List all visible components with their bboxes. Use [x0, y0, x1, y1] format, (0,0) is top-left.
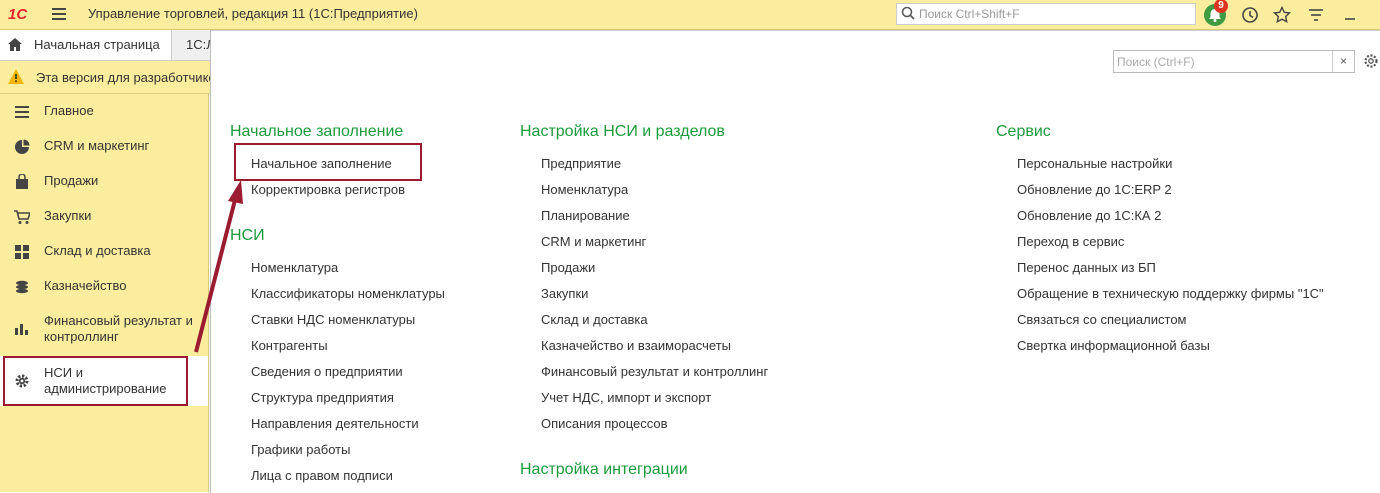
highlight-box-initial-fill [234, 143, 422, 181]
link-nsi-business-lines[interactable]: Направления деятельности [251, 416, 419, 431]
link-setup-crm[interactable]: CRM и маркетинг [541, 234, 646, 249]
sidebar-item-purchases[interactable]: Закупки [0, 199, 208, 234]
link-nsi-vat-rates[interactable]: Ставки НДС номенклатуры [251, 312, 415, 327]
link-service-upgrade-erp[interactable]: Обновление до 1С:ERP 2 [1017, 182, 1172, 197]
sidebar-item-label: Финансовый результат и контроллинг [44, 313, 193, 344]
shopping-bag-icon [16, 174, 28, 189]
warehouse-grid-icon [15, 245, 29, 259]
link-service-contact-specialist[interactable]: Связаться со специалистом [1017, 312, 1187, 327]
link-setup-sales[interactable]: Продажи [541, 260, 595, 275]
link-setup-planning[interactable]: Планирование [541, 208, 630, 223]
title-bar: 1С Управление торговлей, редакция 11 (1С… [0, 0, 1380, 30]
sidebar-item-sales[interactable]: Продажи [0, 164, 208, 199]
history-icon[interactable] [1240, 5, 1260, 25]
pie-chart-icon [15, 139, 30, 154]
app-logo[interactable]: 1С [8, 6, 27, 23]
panel-search-input[interactable]: Поиск (Ctrl+F) × [1113, 50, 1355, 73]
tab-home-page[interactable]: Начальная страница [0, 30, 172, 60]
link-service-upgrade-ka[interactable]: Обновление до 1С:КА 2 [1017, 208, 1161, 223]
link-service-compact-db[interactable]: Свертка информационной базы [1017, 338, 1210, 353]
section-title-nsi: НСИ [230, 227, 265, 244]
link-setup-enterprise[interactable]: Предприятие [541, 156, 621, 171]
sidebar-item-label: Казначейство [44, 278, 127, 293]
panel-settings-gear-icon[interactable] [1363, 53, 1379, 69]
link-nsi-work-schedules[interactable]: Графики работы [251, 442, 350, 457]
highlight-box-nsi-admin [3, 356, 188, 406]
panel-search-placeholder: Поиск (Ctrl+F) [1117, 55, 1195, 69]
link-service-transfer-bp[interactable]: Перенос данных из БП [1017, 260, 1156, 275]
bar-chart-icon [15, 324, 28, 335]
favorites-star-icon[interactable] [1272, 5, 1292, 25]
link-register-correction[interactable]: Корректировка регистров [251, 182, 405, 197]
link-nsi-counterparties[interactable]: Контрагенты [251, 338, 328, 353]
link-setup-nomenclature[interactable]: Номенклатура [541, 182, 628, 197]
cart-icon [14, 210, 30, 224]
section-title-service: Сервис [996, 123, 1051, 140]
section-title-integration: Настройка интеграции [520, 461, 688, 478]
link-setup-purchases[interactable]: Закупки [541, 286, 588, 301]
sidebar-item-label: Закупки [44, 208, 92, 223]
global-search-placeholder: Поиск Ctrl+Shift+F [919, 7, 1020, 21]
link-nsi-signatories[interactable]: Лица с правом подписи [251, 468, 393, 483]
clear-search-button[interactable]: × [1332, 51, 1354, 72]
link-setup-process-descriptions[interactable]: Описания процессов [541, 416, 668, 431]
app-title: Управление торговлей, редакция 11 (1С:Пр… [88, 6, 418, 21]
settings-menu-icon[interactable] [1306, 5, 1326, 25]
section-title-nsi-setup: Настройка НСИ и разделов [520, 123, 725, 140]
sidebar-item-label: Продажи [44, 173, 99, 188]
link-setup-treasury[interactable]: Казначейство и взаиморасчеты [541, 338, 731, 353]
link-service-move-to-cloud[interactable]: Переход в сервис [1017, 234, 1124, 249]
developer-warning-bar: Эта версия для разработчико [0, 61, 216, 94]
tab-bar: Начальная страница 1С:Л [0, 30, 215, 61]
link-setup-vat[interactable]: Учет НДС, импорт и экспорт [541, 390, 711, 405]
sidebar-item-main[interactable]: Главное [0, 94, 208, 129]
sidebar-item-label: CRM и маркетинг [44, 138, 150, 153]
link-nsi-classifiers[interactable]: Классификаторы номенклатуры [251, 286, 445, 301]
sidebar-item-label: Главное [44, 103, 94, 118]
menu-lines-icon [15, 106, 29, 118]
link-nsi-company-structure[interactable]: Структура предприятия [251, 390, 394, 405]
link-setup-finance[interactable]: Финансовый результат и контроллинг [541, 364, 768, 379]
global-search-input[interactable]: Поиск Ctrl+Shift+F [896, 3, 1196, 25]
home-icon [8, 38, 22, 51]
link-nsi-nomenclature[interactable]: Номенклатура [251, 260, 338, 275]
sidebar-item-crm[interactable]: CRM и маркетинг [0, 129, 208, 164]
developer-warning-text: Эта версия для разработчико [36, 70, 216, 85]
link-setup-warehouse[interactable]: Склад и доставка [541, 312, 648, 327]
sidebar-item-warehouse[interactable]: Склад и доставка [0, 234, 208, 269]
link-service-personal-settings[interactable]: Персональные настройки [1017, 156, 1172, 171]
search-icon [901, 6, 915, 20]
main-menu-icon[interactable] [52, 8, 66, 20]
sidebar-item-finance[interactable]: Финансовый результат и контроллинг [0, 304, 208, 350]
coins-icon [16, 280, 28, 294]
sidebar-item-label: Склад и доставка [44, 243, 151, 258]
tab-home-label: Начальная страница [34, 37, 160, 52]
minimize-icon[interactable] [1340, 5, 1360, 25]
sidebar-item-treasury[interactable]: Казначейство [0, 269, 208, 304]
sections-sidebar: Главное CRM и маркетинг Продажи Закупки … [0, 94, 209, 492]
link-nsi-company-info[interactable]: Сведения о предприятии [251, 364, 403, 379]
section-title-initial-fill: Начальное заполнение [230, 123, 404, 140]
warning-icon [8, 69, 24, 84]
link-service-support[interactable]: Обращение в техническую поддержку фирмы … [1017, 286, 1324, 301]
